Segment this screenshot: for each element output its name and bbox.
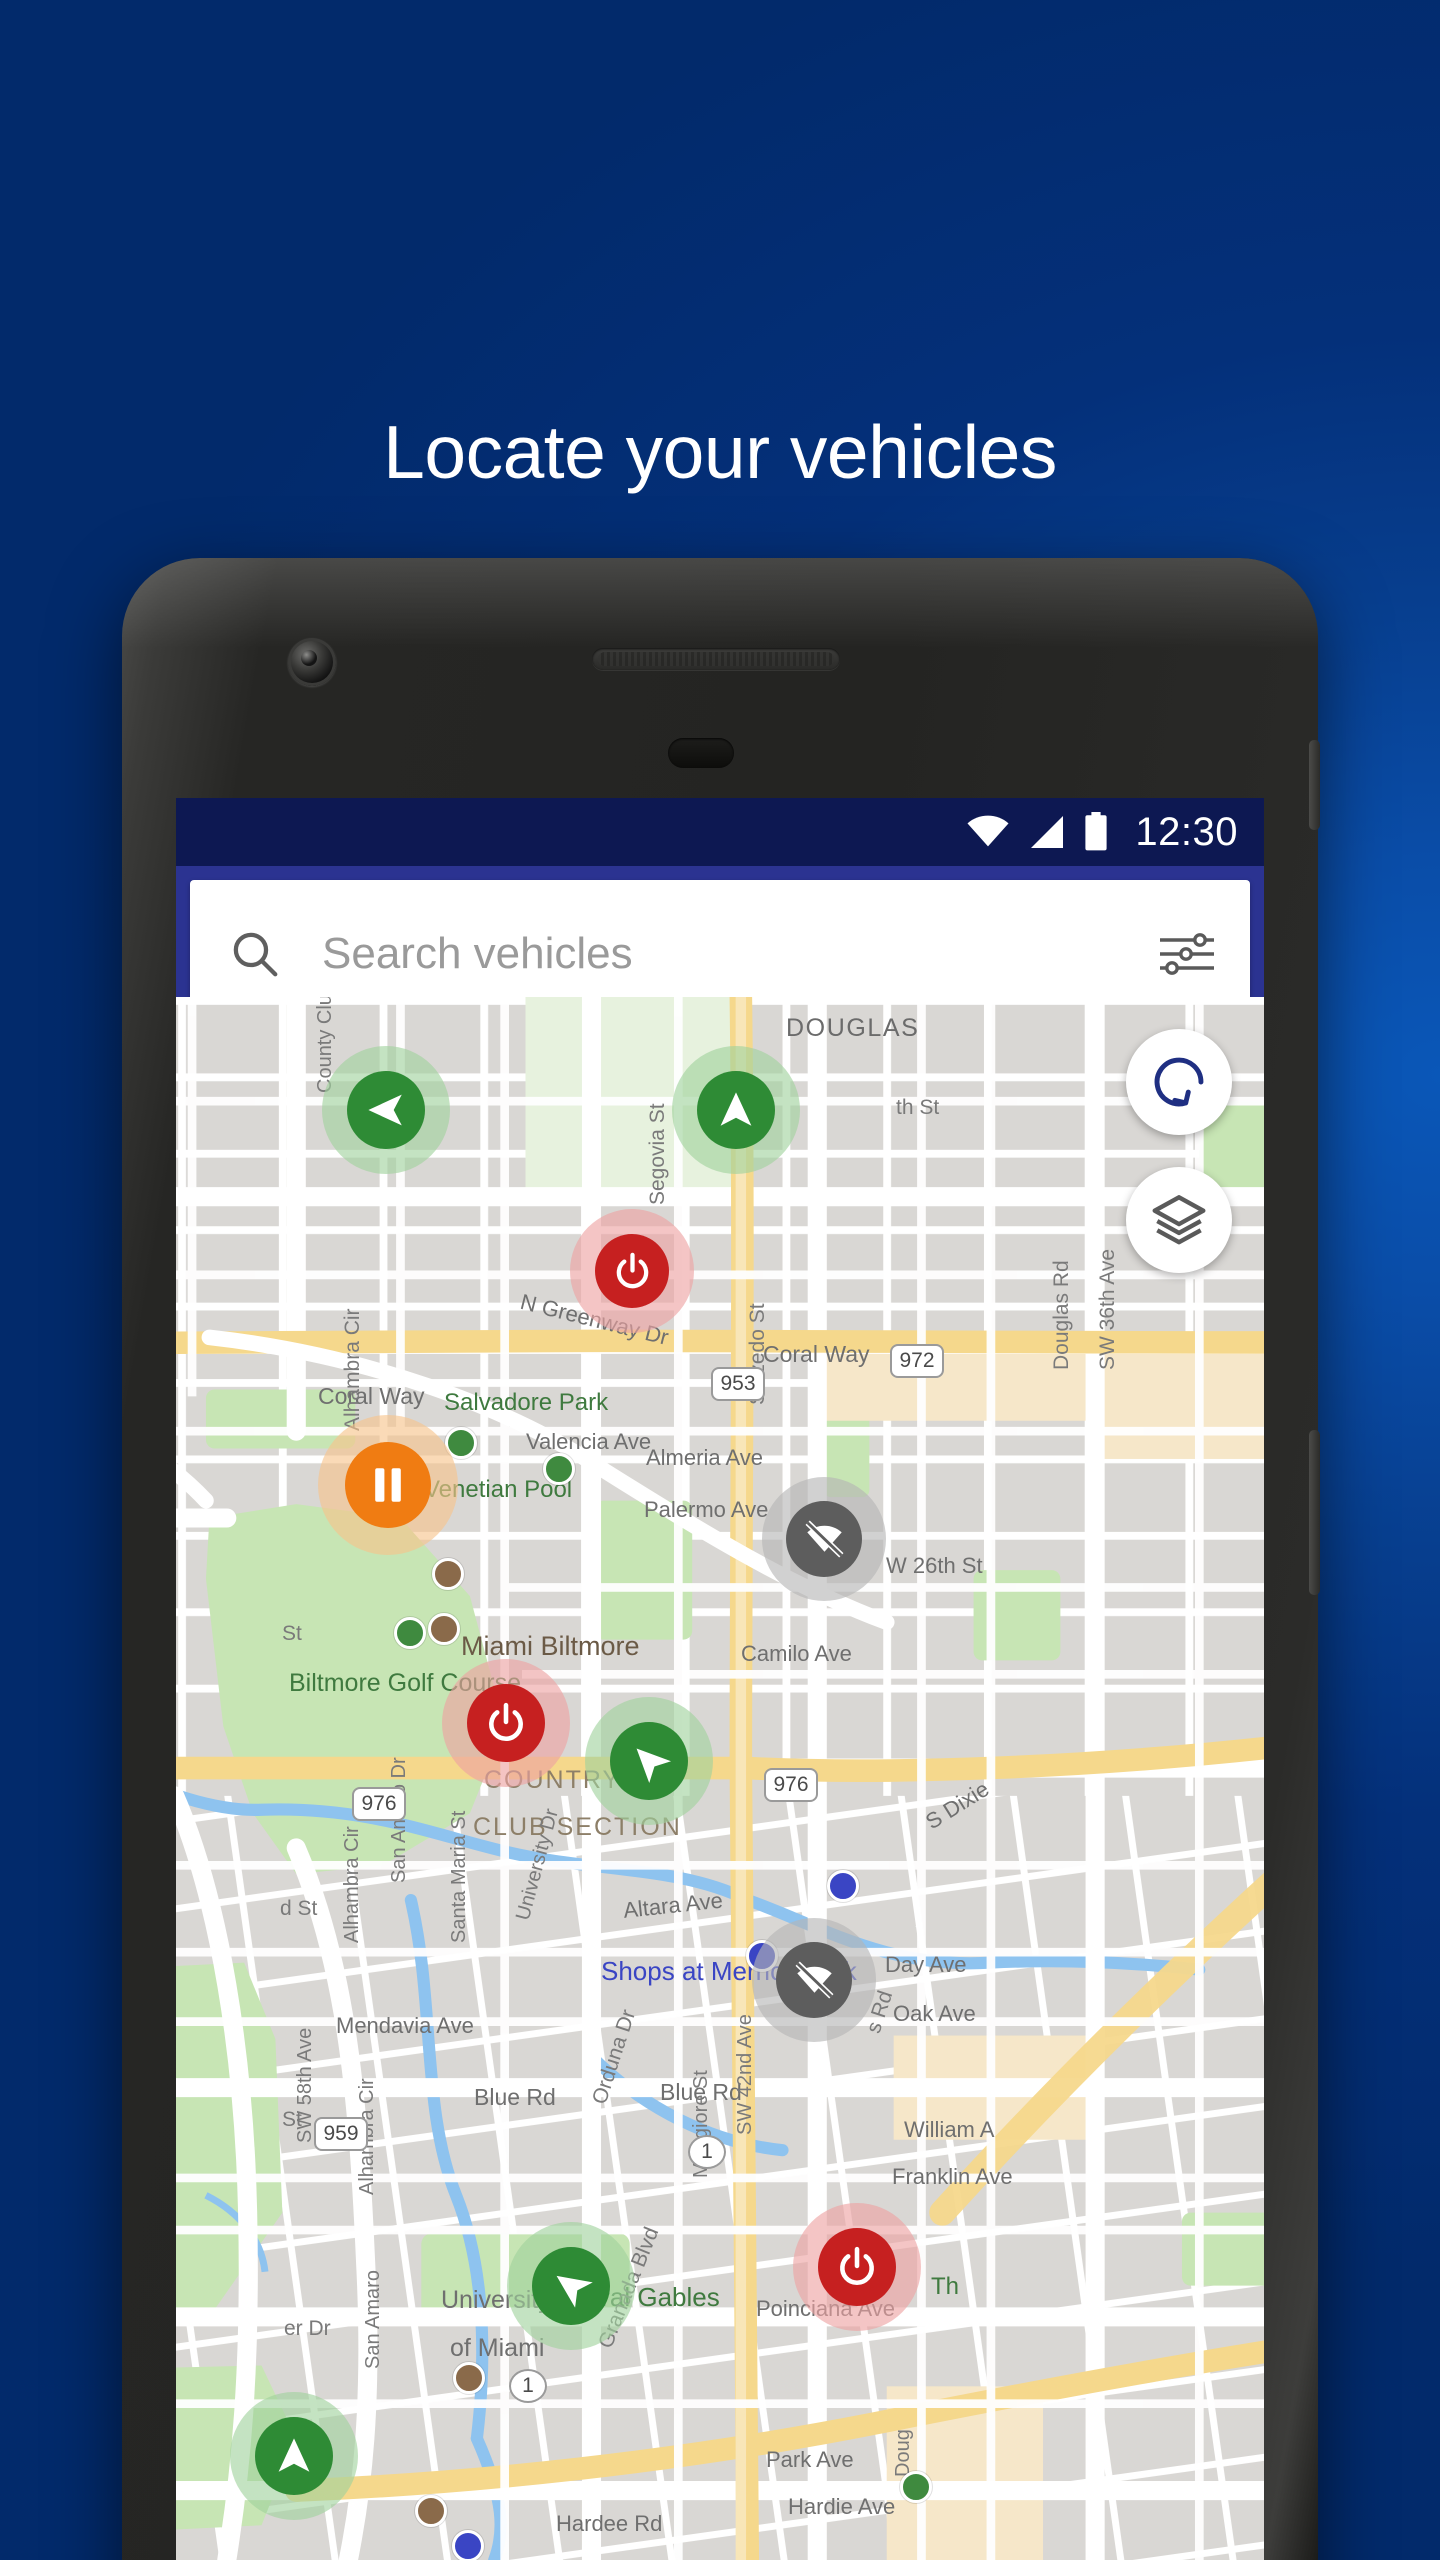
phone-screen: 12:30 Search vehicles DOUGLAS County Clu…: [176, 798, 1264, 2560]
marker-core[interactable]: [467, 1683, 545, 1762]
refresh-button[interactable]: [1126, 1029, 1232, 1135]
poi-transit-icon[interactable]: [827, 1870, 859, 1903]
proximity-sensor: [668, 738, 734, 768]
marker-core[interactable]: [776, 1941, 852, 2018]
poi-museum-icon[interactable]: [432, 1557, 464, 1590]
vehicle-marker-nosignal-2[interactable]: [752, 1917, 876, 2042]
power-button[interactable]: [1309, 740, 1320, 830]
front-camera-icon: [288, 638, 336, 686]
marker-core[interactable]: [595, 1234, 669, 1309]
marker-core[interactable]: [347, 1070, 425, 1149]
navigation-arrow-icon: [618, 1730, 680, 1792]
power-icon: [484, 1701, 528, 1745]
highway-shield: 1: [509, 2368, 547, 2403]
poi-sports-icon[interactable]: [900, 2471, 932, 2504]
highway-shield: 976: [764, 1768, 818, 1803]
power-icon: [612, 1251, 653, 1292]
cellular-signal-icon: [1031, 816, 1064, 848]
search-input[interactable]: Search vehicles: [322, 929, 1156, 979]
status-bar-clock: 12:30: [1135, 809, 1238, 854]
power-icon: [835, 2245, 879, 2289]
navigation-arrow-icon: [714, 1088, 758, 1132]
marker-core[interactable]: [532, 2246, 610, 2325]
earpiece-speaker: [592, 648, 840, 670]
navigation-arrow-icon: [364, 1088, 408, 1132]
map-vector: [176, 997, 1264, 2560]
layers-button[interactable]: [1126, 1167, 1232, 1273]
battery-icon: [1085, 812, 1107, 851]
marker-core[interactable]: [818, 2227, 896, 2306]
vehicle-marker-moving-2[interactable]: [672, 1045, 800, 1174]
vehicle-marker-nosignal-1[interactable]: [762, 1476, 886, 1601]
wifi-icon: [967, 815, 1009, 847]
map-canvas[interactable]: DOUGLASBlvdCounty Club PradoSegovia StN …: [176, 997, 1264, 2560]
navigation-arrow-icon: [272, 2434, 316, 2478]
promo-screenshot: Locate your vehicles in a quick, easy an…: [0, 0, 1440, 2560]
wifi-off-icon: [793, 1958, 836, 2001]
vehicle-marker-moving-3[interactable]: [585, 1697, 713, 1826]
marker-core[interactable]: [345, 1442, 431, 1528]
navigation-arrow-icon: [540, 2255, 601, 2316]
headline-line-1: Locate your vehicles: [383, 410, 1057, 494]
vehicle-marker-moving-5[interactable]: [230, 2391, 358, 2520]
marker-core[interactable]: [610, 1722, 688, 1801]
highway-shield: 1: [688, 2134, 726, 2169]
volume-button[interactable]: [1309, 1430, 1320, 1595]
highway-shield: 953: [711, 1366, 765, 1401]
marker-core[interactable]: [697, 1070, 775, 1149]
wifi-off-icon: [803, 1517, 846, 1560]
marker-core[interactable]: [786, 1500, 862, 1577]
vehicle-marker-off-2[interactable]: [442, 1658, 570, 1787]
refresh-icon: [1154, 1057, 1204, 1107]
highway-shield: 972: [890, 1344, 944, 1379]
poi-golfer-icon[interactable]: [394, 1616, 426, 1649]
poi-theatre-icon[interactable]: [453, 2361, 485, 2394]
layers-icon: [1152, 1195, 1206, 1245]
tune-filter-icon[interactable]: [1156, 929, 1218, 979]
vehicle-marker-off-3[interactable]: [793, 2202, 921, 2331]
search-icon[interactable]: [228, 927, 282, 981]
poi-transit-icon-2[interactable]: [452, 2530, 484, 2560]
poi-hotel-icon[interactable]: [428, 1613, 460, 1646]
vehicle-marker-off-1[interactable]: [570, 1209, 694, 1334]
vehicle-marker-moving-4[interactable]: [507, 2221, 635, 2350]
highway-shield: 959: [314, 2117, 368, 2152]
highway-shield: 976: [352, 1787, 406, 1822]
vehicle-marker-idle-1[interactable]: [318, 1415, 458, 1555]
vehicle-marker-moving-1[interactable]: [322, 1045, 450, 1174]
marker-core[interactable]: [255, 2416, 333, 2495]
pause-icon: [364, 1461, 412, 1509]
search-header: Search vehicles: [176, 866, 1264, 1028]
status-bar: 12:30: [176, 798, 1264, 866]
